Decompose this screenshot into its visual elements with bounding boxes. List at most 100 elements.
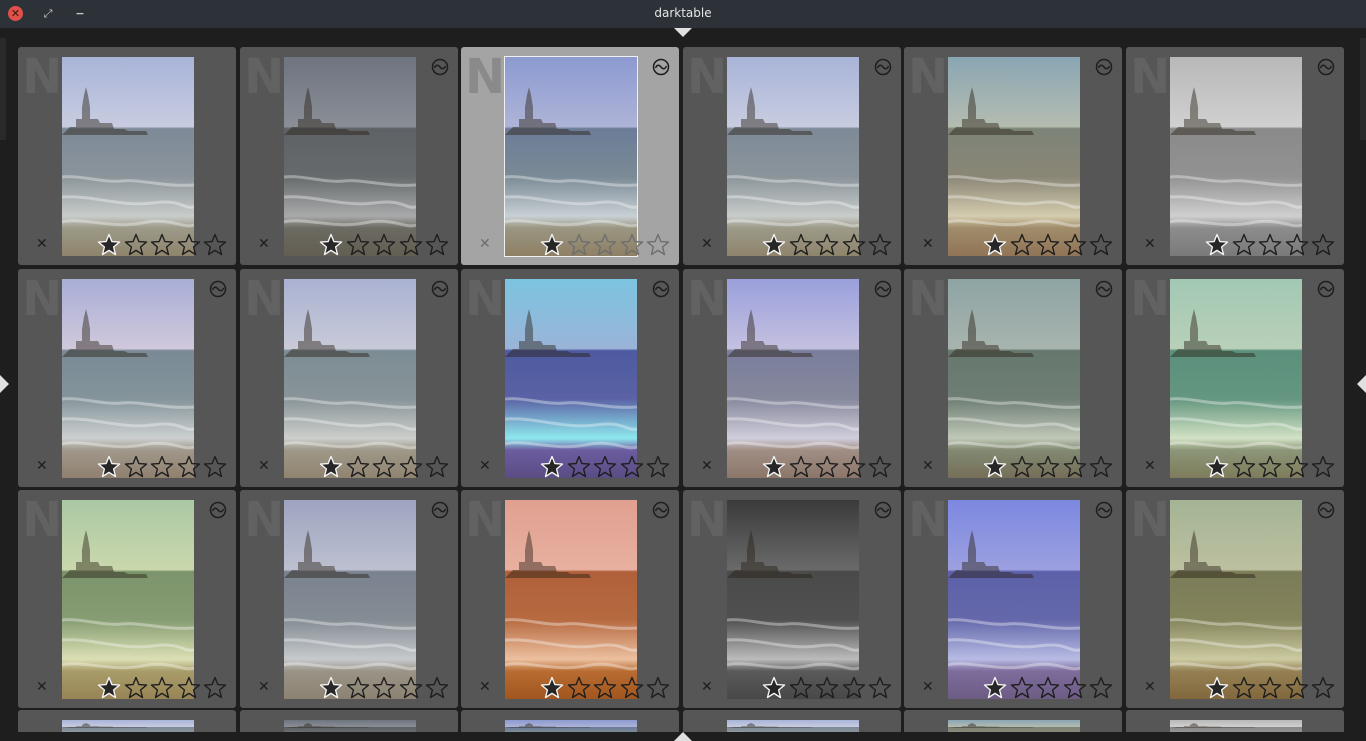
star-icon[interactable] bbox=[202, 454, 228, 480]
star-icon[interactable] bbox=[318, 232, 344, 258]
star-icon[interactable] bbox=[566, 454, 592, 480]
star-icon[interactable] bbox=[1257, 454, 1283, 480]
star-icon[interactable] bbox=[398, 232, 424, 258]
star-icon[interactable] bbox=[345, 454, 371, 480]
thumbnail[interactable] bbox=[1126, 710, 1344, 732]
star-icon[interactable] bbox=[619, 232, 645, 258]
star-icon[interactable] bbox=[592, 454, 618, 480]
star-icon[interactable] bbox=[1062, 675, 1088, 701]
reject-x-icon[interactable]: ✕ bbox=[479, 237, 491, 251]
reject-x-icon[interactable]: ✕ bbox=[1144, 680, 1156, 694]
star-icon[interactable] bbox=[176, 454, 202, 480]
star-icon[interactable] bbox=[371, 232, 397, 258]
star-icon[interactable] bbox=[1231, 232, 1257, 258]
star-icon[interactable] bbox=[1088, 232, 1114, 258]
reject-x-icon[interactable]: ✕ bbox=[922, 680, 934, 694]
thumbnail-image[interactable] bbox=[1169, 279, 1303, 478]
star-icon[interactable] bbox=[566, 232, 592, 258]
thumbnail-image[interactable] bbox=[504, 500, 638, 699]
star-icon[interactable] bbox=[318, 675, 344, 701]
star-icon[interactable] bbox=[982, 675, 1008, 701]
star-icon[interactable] bbox=[1035, 675, 1061, 701]
star-icon[interactable] bbox=[202, 675, 228, 701]
thumbnail-image[interactable] bbox=[726, 57, 860, 256]
thumbnail-image[interactable] bbox=[61, 57, 195, 256]
altered-history-icon[interactable] bbox=[874, 501, 892, 519]
star-icon[interactable] bbox=[1310, 675, 1336, 701]
thumbnail[interactable] bbox=[683, 710, 901, 732]
reject-x-icon[interactable]: ✕ bbox=[1144, 459, 1156, 473]
thumbnail-image[interactable] bbox=[1169, 720, 1302, 732]
star-icon[interactable] bbox=[345, 232, 371, 258]
star-icon[interactable] bbox=[1088, 675, 1114, 701]
reject-x-icon[interactable]: ✕ bbox=[258, 237, 270, 251]
thumbnail[interactable]: N ✕ bbox=[18, 269, 236, 487]
star-icon[interactable] bbox=[539, 675, 565, 701]
star-icon[interactable] bbox=[123, 454, 149, 480]
thumbnail[interactable] bbox=[18, 710, 236, 732]
star-icon[interactable] bbox=[982, 454, 1008, 480]
top-panel-toggle-arrow[interactable] bbox=[674, 28, 692, 37]
thumbnail[interactable]: N ✕ bbox=[683, 47, 901, 265]
star-icon[interactable] bbox=[176, 675, 202, 701]
altered-history-icon[interactable] bbox=[652, 501, 670, 519]
star-icon[interactable] bbox=[1284, 454, 1310, 480]
star-icon[interactable] bbox=[1284, 232, 1310, 258]
star-icon[interactable] bbox=[814, 232, 840, 258]
star-icon[interactable] bbox=[1231, 454, 1257, 480]
altered-history-icon[interactable] bbox=[874, 58, 892, 76]
star-icon[interactable] bbox=[645, 232, 671, 258]
star-icon[interactable] bbox=[96, 232, 122, 258]
thumbnail[interactable] bbox=[904, 710, 1122, 732]
star-icon[interactable] bbox=[841, 232, 867, 258]
star-icon[interactable] bbox=[149, 232, 175, 258]
star-icon[interactable] bbox=[1062, 232, 1088, 258]
star-icon[interactable] bbox=[424, 675, 450, 701]
star-icon[interactable] bbox=[149, 454, 175, 480]
thumbnail-image[interactable] bbox=[947, 720, 1080, 732]
thumbnail[interactable]: N ✕ bbox=[18, 47, 236, 265]
star-icon[interactable] bbox=[982, 232, 1008, 258]
star-icon[interactable] bbox=[788, 454, 814, 480]
star-icon[interactable] bbox=[539, 232, 565, 258]
star-icon[interactable] bbox=[96, 675, 122, 701]
reject-x-icon[interactable]: ✕ bbox=[36, 680, 48, 694]
thumbnail[interactable]: N ✕ bbox=[461, 490, 679, 708]
thumbnail[interactable]: N ✕ bbox=[683, 490, 901, 708]
star-icon[interactable] bbox=[814, 454, 840, 480]
thumbnail-image[interactable] bbox=[504, 56, 638, 257]
thumbnail[interactable]: N ✕ bbox=[1126, 490, 1344, 708]
thumbnail-image[interactable] bbox=[726, 720, 859, 732]
star-icon[interactable] bbox=[424, 232, 450, 258]
altered-history-icon[interactable] bbox=[209, 501, 227, 519]
altered-history-icon[interactable] bbox=[1317, 280, 1335, 298]
star-icon[interactable] bbox=[1204, 454, 1230, 480]
altered-history-icon[interactable] bbox=[1095, 501, 1113, 519]
thumbnail-image[interactable] bbox=[947, 57, 1081, 256]
reject-x-icon[interactable]: ✕ bbox=[701, 237, 713, 251]
star-icon[interactable] bbox=[566, 675, 592, 701]
reject-x-icon[interactable]: ✕ bbox=[701, 680, 713, 694]
star-icon[interactable] bbox=[1310, 454, 1336, 480]
thumbnail-image[interactable] bbox=[1169, 57, 1303, 256]
reject-x-icon[interactable]: ✕ bbox=[922, 237, 934, 251]
star-icon[interactable] bbox=[318, 454, 344, 480]
star-icon[interactable] bbox=[371, 454, 397, 480]
star-icon[interactable] bbox=[96, 454, 122, 480]
star-icon[interactable] bbox=[149, 675, 175, 701]
reject-x-icon[interactable]: ✕ bbox=[1144, 237, 1156, 251]
star-icon[interactable] bbox=[123, 232, 149, 258]
reject-x-icon[interactable]: ✕ bbox=[701, 459, 713, 473]
star-icon[interactable] bbox=[424, 454, 450, 480]
star-icon[interactable] bbox=[371, 675, 397, 701]
altered-history-icon[interactable] bbox=[652, 58, 670, 76]
altered-history-icon[interactable] bbox=[652, 280, 670, 298]
star-icon[interactable] bbox=[123, 675, 149, 701]
reject-x-icon[interactable]: ✕ bbox=[479, 680, 491, 694]
star-icon[interactable] bbox=[841, 454, 867, 480]
star-icon[interactable] bbox=[1204, 675, 1230, 701]
thumbnail[interactable]: N ✕ bbox=[1126, 47, 1344, 265]
thumbnail[interactable]: N ✕ bbox=[904, 490, 1122, 708]
thumbnail[interactable] bbox=[461, 710, 679, 732]
star-icon[interactable] bbox=[398, 454, 424, 480]
